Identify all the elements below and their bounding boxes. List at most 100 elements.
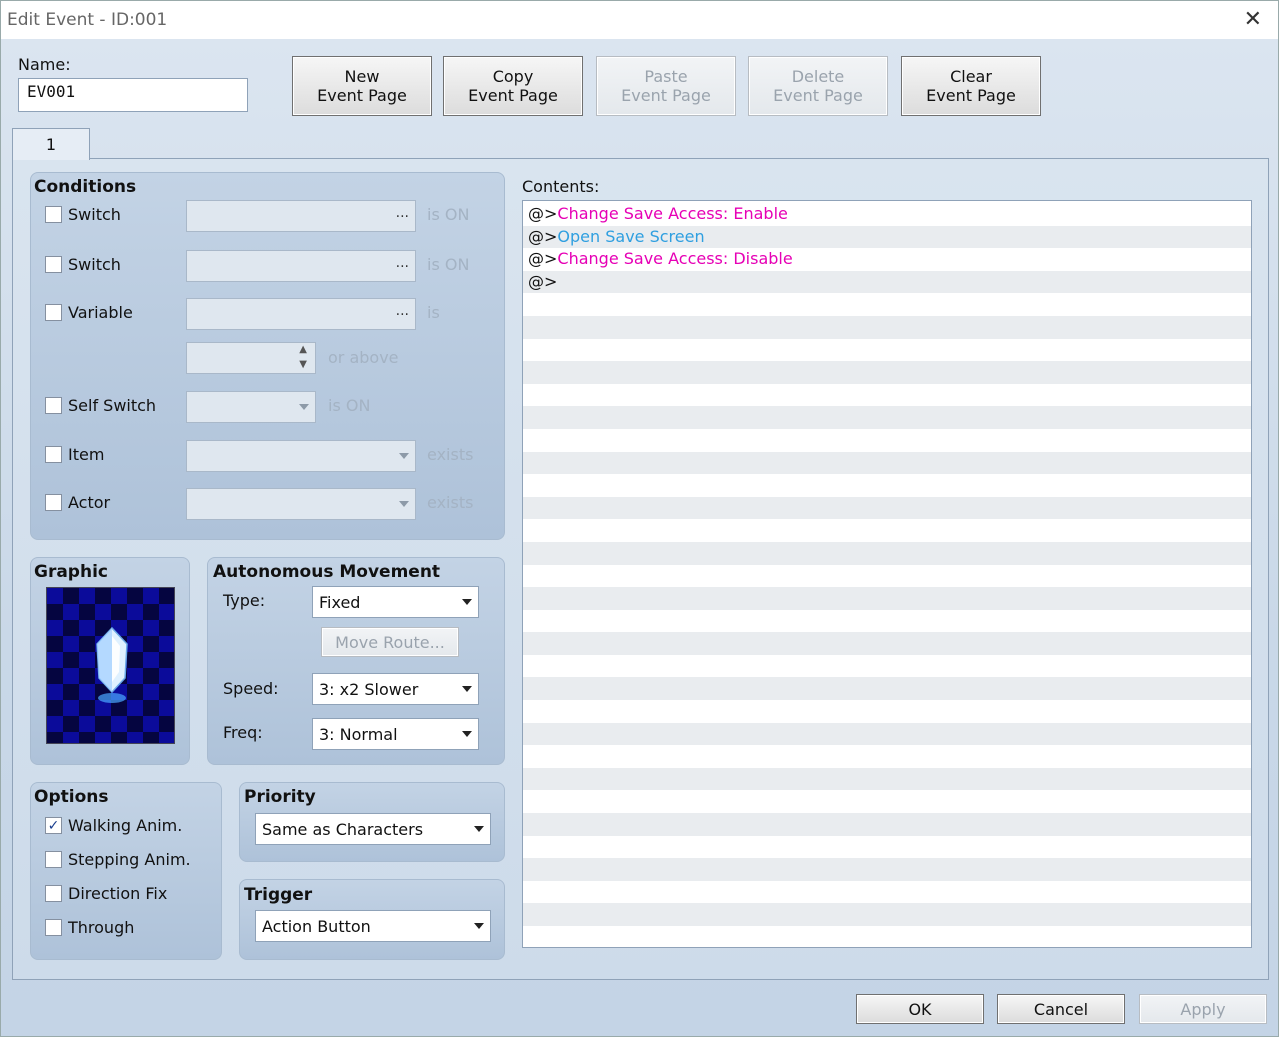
new-event-page-button[interactable]: New Event Page: [292, 56, 432, 116]
paste-event-page-button[interactable]: Paste Event Page: [596, 56, 736, 116]
switch2-condition[interactable]: Switch: [45, 255, 121, 274]
empty-line: [523, 858, 1251, 881]
empty-line: [523, 790, 1251, 813]
spinner-down-icon[interactable]: ▼: [299, 359, 307, 370]
title-bar: Edit Event - ID:001 ✕: [0, 0, 1279, 39]
walking-anim-checkbox[interactable]: ✓: [45, 817, 62, 834]
contents-label: Contents:: [522, 177, 600, 196]
name-label: Name:: [18, 55, 71, 74]
empty-line: [523, 451, 1251, 475]
item-condition[interactable]: Item: [45, 445, 104, 464]
self-switch-select[interactable]: [186, 391, 316, 423]
walking-anim-option[interactable]: ✓ Walking Anim.: [45, 816, 182, 835]
contents-lines: @>Change Save Access: Enable @>Open Save…: [523, 201, 1251, 947]
empty-line: [523, 903, 1251, 926]
stepping-anim-checkbox[interactable]: [45, 851, 62, 868]
move-route-button[interactable]: Move Route...: [321, 627, 459, 657]
empty-line: [523, 610, 1251, 633]
walking-anim-label: Walking Anim.: [68, 816, 183, 835]
spinner-up-icon[interactable]: ▲: [299, 344, 307, 355]
chevron-down-icon: [399, 453, 409, 459]
item-checkbox[interactable]: [45, 446, 62, 463]
empty-line: [523, 293, 1251, 316]
self-switch-condition[interactable]: Self Switch: [45, 396, 156, 415]
command-line[interactable]: @>Open Save Screen: [523, 225, 1251, 249]
apply-button[interactable]: Apply: [1139, 994, 1267, 1024]
or-above-label: or above: [328, 348, 399, 367]
delete-event-page-button[interactable]: Delete Event Page: [748, 56, 888, 116]
command-prefix: @>: [528, 271, 558, 291]
switch2-ellipsis: ...: [395, 255, 409, 271]
movement-speed-select[interactable]: 3: x2 Slower: [312, 673, 479, 705]
new-event-page-label-2: Event Page: [317, 86, 407, 105]
movement-type-select[interactable]: Fixed: [312, 586, 479, 618]
copy-event-page-button[interactable]: Copy Event Page: [443, 56, 583, 116]
switch1-selector[interactable]: ...: [186, 200, 416, 232]
direction-fix-option[interactable]: Direction Fix: [45, 884, 167, 903]
switch2-selector[interactable]: ...: [186, 250, 416, 282]
actor-checkbox[interactable]: [45, 494, 62, 511]
variable-condition[interactable]: Variable: [45, 303, 133, 322]
conditions-title: Conditions: [34, 177, 137, 197]
contents-list[interactable]: @>Change Save Access: Enable @>Open Save…: [522, 200, 1252, 948]
variable-checkbox[interactable]: [45, 304, 62, 321]
ok-button[interactable]: OK: [856, 994, 984, 1024]
priority-value: Same as Characters: [262, 819, 424, 839]
command-text: Open Save Screen: [557, 226, 705, 246]
movement-type-value: Fixed: [319, 592, 361, 612]
empty-line: [523, 587, 1251, 610]
through-label: Through: [68, 918, 135, 937]
switch2-checkbox[interactable]: [45, 256, 62, 273]
actor-condition[interactable]: Actor: [45, 493, 110, 512]
stepping-anim-option[interactable]: Stepping Anim.: [45, 850, 191, 869]
variable-selector[interactable]: ...: [186, 298, 416, 330]
chevron-down-icon: [474, 826, 484, 832]
command-prefix: @>: [528, 204, 558, 223]
close-icon[interactable]: ✕: [1244, 7, 1262, 32]
self-switch-checkbox[interactable]: [45, 397, 62, 414]
item-select[interactable]: [186, 440, 416, 472]
name-input[interactable]: EV001: [18, 78, 248, 112]
direction-fix-checkbox[interactable]: [45, 885, 62, 902]
movement-freq-select[interactable]: 3: Normal: [312, 718, 479, 750]
command-line[interactable]: @>Change Save Access: Enable: [523, 203, 1251, 226]
switch1-is-on: is ON: [427, 205, 470, 224]
switch1-checkbox[interactable]: [45, 206, 62, 223]
empty-line: [523, 339, 1251, 362]
empty-line: [523, 767, 1251, 791]
variable-ellipsis: ...: [395, 303, 409, 319]
empty-line: [523, 722, 1251, 746]
switch1-condition[interactable]: Switch: [45, 205, 121, 224]
switch2-is-on: is ON: [427, 255, 470, 274]
graphic-preview[interactable]: [46, 587, 175, 744]
delete-event-page-label-2: Event Page: [773, 86, 863, 105]
copy-event-page-label-1: Copy: [492, 67, 534, 86]
clear-event-page-button[interactable]: Clear Event Page: [901, 56, 1041, 116]
empty-line: [523, 496, 1251, 520]
tab-page-1[interactable]: 1: [12, 128, 90, 160]
item-exists: exists: [427, 445, 474, 464]
switch1-ellipsis: ...: [395, 205, 409, 221]
variable-is: is: [427, 303, 440, 322]
trigger-select[interactable]: Action Button: [255, 910, 491, 942]
empty-line: [523, 541, 1251, 565]
command-line[interactable]: @>Change Save Access: Disable: [523, 248, 1251, 271]
chevron-down-icon: [474, 923, 484, 929]
self-switch-label: Self Switch: [68, 396, 157, 415]
through-checkbox[interactable]: [45, 919, 62, 936]
empty-line: [523, 813, 1251, 836]
chevron-down-icon: [462, 731, 472, 737]
paste-event-page-label-1: Paste: [644, 67, 688, 86]
actor-select[interactable]: [186, 488, 416, 520]
clear-event-page-label-2: Event Page: [926, 86, 1016, 105]
trigger-value: Action Button: [262, 916, 371, 936]
command-line[interactable]: @>: [523, 270, 1251, 294]
priority-select[interactable]: Same as Characters: [255, 813, 491, 845]
paste-event-page-label-2: Event Page: [621, 86, 711, 105]
trigger-title: Trigger: [244, 885, 313, 905]
empty-line: [523, 677, 1251, 701]
through-option[interactable]: Through: [45, 918, 134, 937]
autonomous-movement-title: Autonomous Movement: [213, 562, 441, 582]
variable-value-spinner[interactable]: ▲ ▼: [186, 342, 316, 374]
cancel-button[interactable]: Cancel: [997, 994, 1125, 1024]
